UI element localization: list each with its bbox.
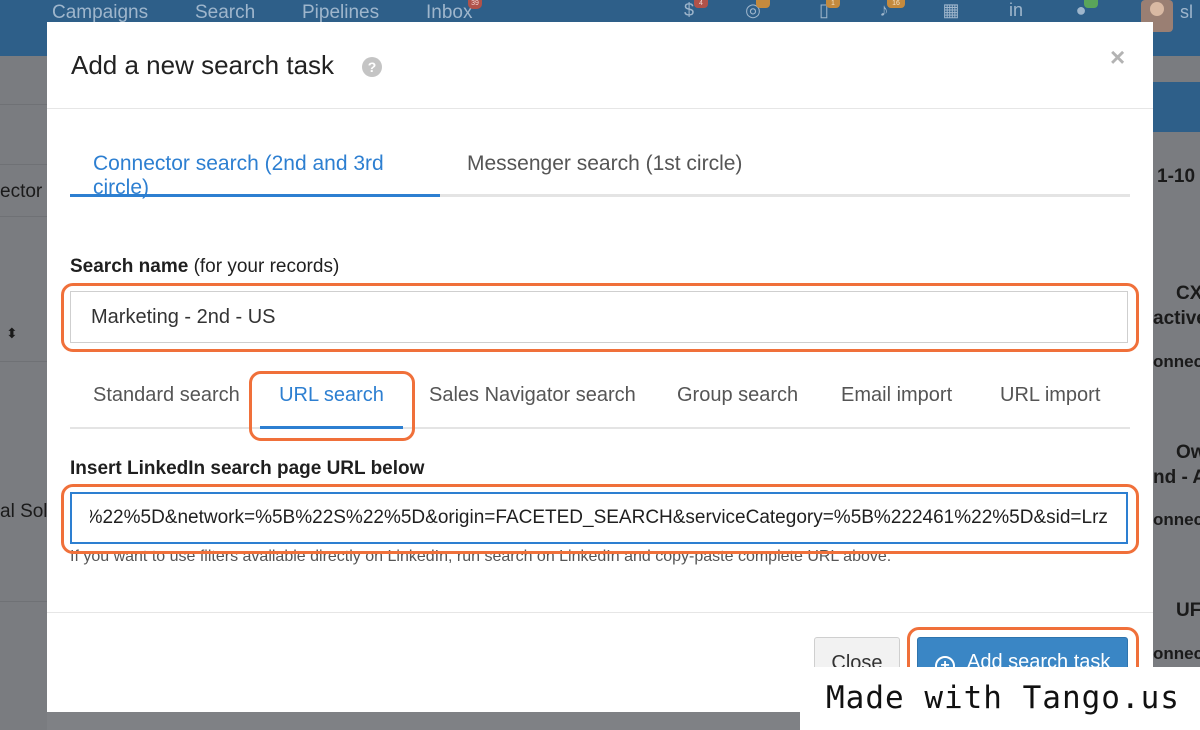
nav-pipelines[interactable]: Pipelines <box>302 2 379 24</box>
nav-search[interactable]: Search <box>195 2 255 24</box>
tab-email-import-label: Email import <box>841 384 953 406</box>
tab-url-import[interactable]: URL import <box>1000 367 1100 429</box>
background-text-ow: Ow <box>1176 442 1200 463</box>
close-icon[interactable]: × <box>1110 42 1125 73</box>
tab-standard-search-label: Standard search <box>93 384 240 406</box>
clipboard-badge: 1 <box>826 0 840 8</box>
tab-sales-navigator-search-label: Sales Navigator search <box>429 384 636 406</box>
background-text-uf: UF <box>1176 600 1200 621</box>
search-name-label: Search name (for your records) <box>70 256 339 278</box>
background-text-connected-2: onnec <box>1153 510 1200 529</box>
tab-url-search[interactable]: URL search <box>260 367 403 429</box>
user-name-fragment: sl <box>1180 2 1193 22</box>
dollar-badge: 4 <box>694 0 708 8</box>
question-circle-icon[interactable]: ? <box>362 57 382 77</box>
tab-sales-navigator-search[interactable]: Sales Navigator search <box>429 367 636 429</box>
background-text-solutions: al Sol <box>0 501 48 522</box>
footer-divider <box>47 612 1153 613</box>
background-text-connected-1: onnec <box>1153 352 1200 371</box>
background-text-cx: CX <box>1176 283 1200 304</box>
background-right-panel <box>1153 56 1200 730</box>
tab-group-search-label: Group search <box>677 384 799 406</box>
search-name-label-note: (for your records) <box>188 256 340 277</box>
search-name-label-bold: Search name <box>70 256 189 277</box>
background-text-connected-3: onnec <box>1153 644 1200 663</box>
search-type-tabs: Standard search URL search Sales Navigat… <box>70 367 1130 429</box>
linkedin-icon[interactable]: in <box>1005 0 1027 24</box>
modal-header: Add a new search task ? × <box>47 22 1153 109</box>
tango-watermark: Made with Tango.us <box>800 667 1200 730</box>
search-name-input[interactable] <box>70 291 1128 343</box>
add-search-task-modal: Add a new search task ? × Connector sear… <box>47 22 1153 712</box>
linkedin-url-input[interactable] <box>70 492 1128 544</box>
background-text-range: 1-10 <box>1157 166 1196 187</box>
chat-badge <box>1084 0 1098 8</box>
lifebuoy-badge <box>756 0 770 8</box>
calendar-icon[interactable]: ▦ <box>940 0 962 24</box>
url-field-label: Insert LinkedIn search page URL below <box>70 458 425 479</box>
tab-messenger-search[interactable]: Messenger search (1st circle) <box>467 142 742 197</box>
tab-messenger-search-label: Messenger search (1st circle) <box>467 152 743 175</box>
circle-tabs: Connector search (2nd and 3rd circle) Me… <box>70 142 1130 199</box>
url-hint-text: If you want to use filters available dir… <box>70 548 892 565</box>
tab-standard-search[interactable]: Standard search <box>93 367 240 429</box>
background-left-panel <box>0 56 47 730</box>
sort-icon[interactable]: ⬍ <box>6 325 18 342</box>
tab-connector-search-label: Connector search (2nd and 3rd circle) <box>93 152 384 199</box>
background-text-connector: ector <box>0 181 43 202</box>
nav-campaigns[interactable]: Campaigns <box>52 2 148 24</box>
background-right-band <box>1153 82 1200 132</box>
tab-connector-search[interactable]: Connector search (2nd and 3rd circle) <box>70 142 440 199</box>
tab-url-search-label: URL search <box>279 384 384 406</box>
background-text-active: active <box>1153 308 1200 329</box>
inbox-badge: 39 <box>468 0 482 9</box>
tab-group-search[interactable]: Group search <box>677 367 798 429</box>
bell-badge: 16 <box>887 0 905 8</box>
tab-url-import-label: URL import <box>1000 384 1101 406</box>
tab-email-import[interactable]: Email import <box>841 367 952 429</box>
nav-inbox[interactable]: Inbox <box>426 2 472 24</box>
background-text-and: nd - A <box>1153 467 1200 488</box>
modal-title: Add a new search task <box>71 50 335 80</box>
